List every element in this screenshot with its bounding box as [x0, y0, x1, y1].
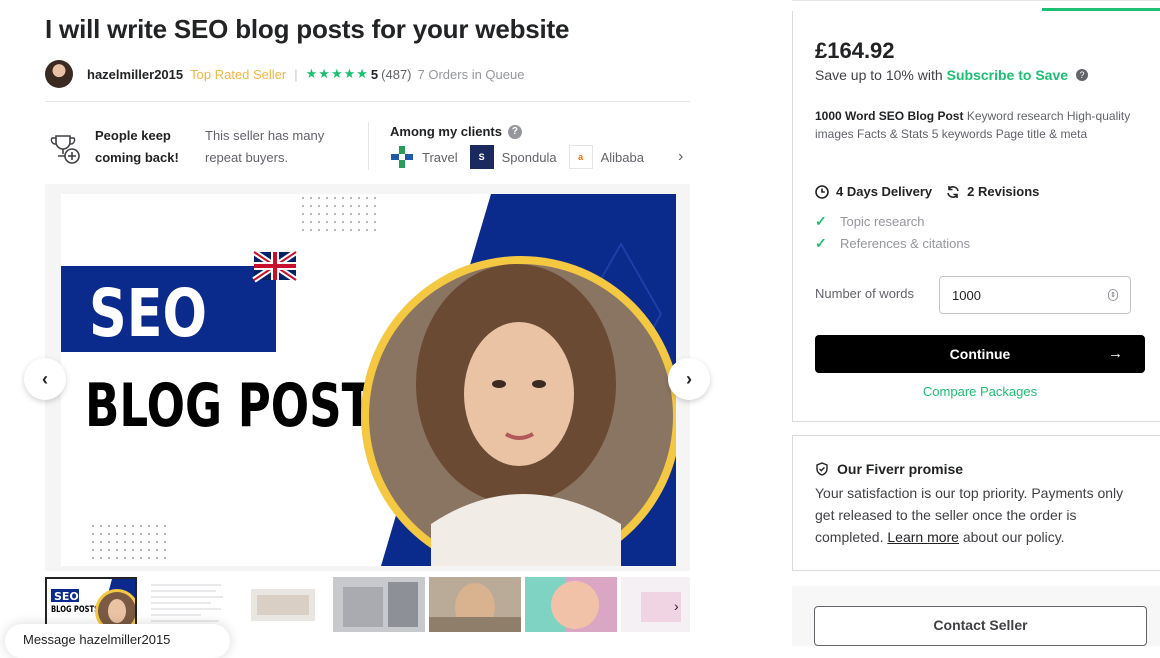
- gallery-thumbnail[interactable]: [621, 577, 690, 632]
- package-description: 1000 Word SEO Blog Post Keyword research…: [815, 107, 1160, 143]
- trophy-icon: [50, 135, 80, 164]
- thumb-seo-text: SEO: [54, 590, 79, 603]
- save-text: Save up to 10% with: [815, 67, 943, 83]
- rating-stars-icon: ★★★★★: [305, 66, 369, 81]
- contact-seller-button[interactable]: Contact Seller: [814, 606, 1147, 646]
- seller-avatar[interactable]: [45, 60, 73, 88]
- spondula-logo-icon: S: [469, 145, 494, 169]
- divider: [45, 101, 690, 102]
- feature-item: ✓ References & citations: [815, 235, 970, 252]
- thumbnail-image: [621, 577, 690, 632]
- repeat-buyers-text: This seller has many repeat buyers.: [205, 128, 325, 165]
- message-seller-bubble[interactable]: Message hazelmiller2015: [5, 624, 230, 658]
- gallery-thumbnail[interactable]: [429, 577, 521, 632]
- cover-blog-posts-text: BLOG POSTS: [85, 371, 405, 441]
- client-name: Alibaba: [600, 149, 644, 165]
- orders-in-queue: 7 Orders in Queue: [417, 66, 525, 82]
- stepper-icon[interactable]: ⇕: [1108, 289, 1118, 301]
- thumbnails-next-arrow-icon[interactable]: ›: [674, 598, 679, 614]
- rating-score: 5: [370, 66, 379, 82]
- client-item[interactable]: S Spondula: [469, 145, 557, 169]
- gallery-prev-button[interactable]: ‹: [24, 358, 66, 400]
- delivery-info: 4 Days Delivery 2 Revisions: [815, 184, 1053, 199]
- check-icon: ✓: [815, 235, 827, 251]
- help-icon[interactable]: ?: [1076, 69, 1089, 81]
- gig-cover-image: SEO BLOG POSTS: [61, 194, 676, 566]
- gig-title: I will write SEO blog posts for your web…: [45, 14, 570, 44]
- seller-overview: hazelmiller2015 Top Rated Seller | ★★★★★…: [45, 58, 524, 90]
- seller-level-badge: Top Rated Seller: [190, 66, 287, 82]
- help-icon[interactable]: ?: [507, 124, 522, 139]
- revisions-count: 2 Revisions: [967, 184, 1040, 199]
- gallery-next-button[interactable]: ›: [668, 358, 710, 400]
- number-of-words-value: 1000: [952, 287, 981, 303]
- gallery-thumbnail[interactable]: [333, 577, 425, 632]
- promise-text: Your satisfaction is our top priority. P…: [815, 482, 1145, 548]
- number-of-words-label: Number of words: [815, 286, 914, 301]
- repeat-buyers-title: People keep coming back!: [95, 128, 179, 165]
- arrow-right-icon: →: [1108, 345, 1123, 362]
- alibaba-logo-icon: a: [568, 145, 593, 169]
- gig-overview: I will write SEO blog posts for your web…: [0, 0, 740, 658]
- gallery-thumbnail[interactable]: [237, 577, 329, 632]
- thumbnail-image: [333, 577, 425, 632]
- seller-username[interactable]: hazelmiller2015: [87, 67, 183, 82]
- clock-icon: [815, 184, 829, 199]
- clients-title: Among my clients ?: [390, 124, 522, 139]
- clients-next-arrow-icon[interactable]: ›: [678, 148, 683, 166]
- thumbnail-image: [525, 577, 617, 632]
- package-name: 1000 Word SEO Blog Post: [815, 109, 964, 123]
- compare-packages-link[interactable]: Compare Packages: [815, 384, 1145, 399]
- review-count[interactable]: (487): [381, 67, 411, 82]
- client-name: Travel: [422, 149, 458, 165]
- feature-label: References & citations: [840, 236, 971, 251]
- clients-title-label: Among my clients: [390, 124, 502, 139]
- promise-title: Our Fiverr promise: [815, 461, 963, 477]
- promise-body-end: about our policy.: [962, 529, 1065, 545]
- gallery-main-image[interactable]: SEO BLOG POSTS: [61, 194, 676, 566]
- revisions: 2 Revisions: [946, 184, 1039, 199]
- thumb-blog-text: BLOG POSTS: [51, 605, 99, 615]
- feature-item: ✓ Topic research: [815, 213, 925, 230]
- divider: |: [294, 66, 298, 82]
- client-item[interactable]: a Alibaba: [568, 145, 644, 169]
- thumbnail-image: [237, 577, 329, 632]
- delivery-days: 4 Days Delivery: [836, 184, 933, 199]
- continue-label: Continue: [949, 346, 1011, 362]
- delivery-time: 4 Days Delivery: [815, 184, 932, 199]
- promise-title-label: Our Fiverr promise: [837, 461, 964, 477]
- package-price: £164.92: [815, 38, 895, 63]
- subscribe-save-row: Save up to 10% with Subscribe to Save ?: [815, 67, 1089, 83]
- client-name: Spondula: [501, 149, 557, 165]
- cover-seo-text: SEO: [89, 275, 207, 352]
- gallery-thumbnail[interactable]: [525, 577, 617, 632]
- clients-list: Travel S Spondula a Alibaba: [390, 145, 673, 169]
- feature-label: Topic research: [840, 214, 925, 229]
- refresh-icon: [947, 185, 959, 198]
- shield-check-icon: [816, 462, 828, 476]
- thumbnail-image: [429, 577, 521, 632]
- package-tabs-line: [792, 0, 1160, 1]
- uk-flag-icon: [252, 249, 298, 283]
- subscribe-to-save-link[interactable]: Subscribe to Save: [947, 67, 1068, 83]
- continue-button[interactable]: Continue →: [815, 335, 1145, 373]
- learn-more-link[interactable]: Learn more: [887, 529, 959, 545]
- seller-portrait-photo: [361, 256, 676, 566]
- divider: [368, 122, 369, 170]
- client-item[interactable]: Travel: [390, 145, 458, 169]
- number-of-words-input[interactable]: 1000 ⇕: [939, 276, 1131, 314]
- check-icon: ✓: [815, 213, 827, 229]
- travel-logo-icon: [390, 145, 414, 169]
